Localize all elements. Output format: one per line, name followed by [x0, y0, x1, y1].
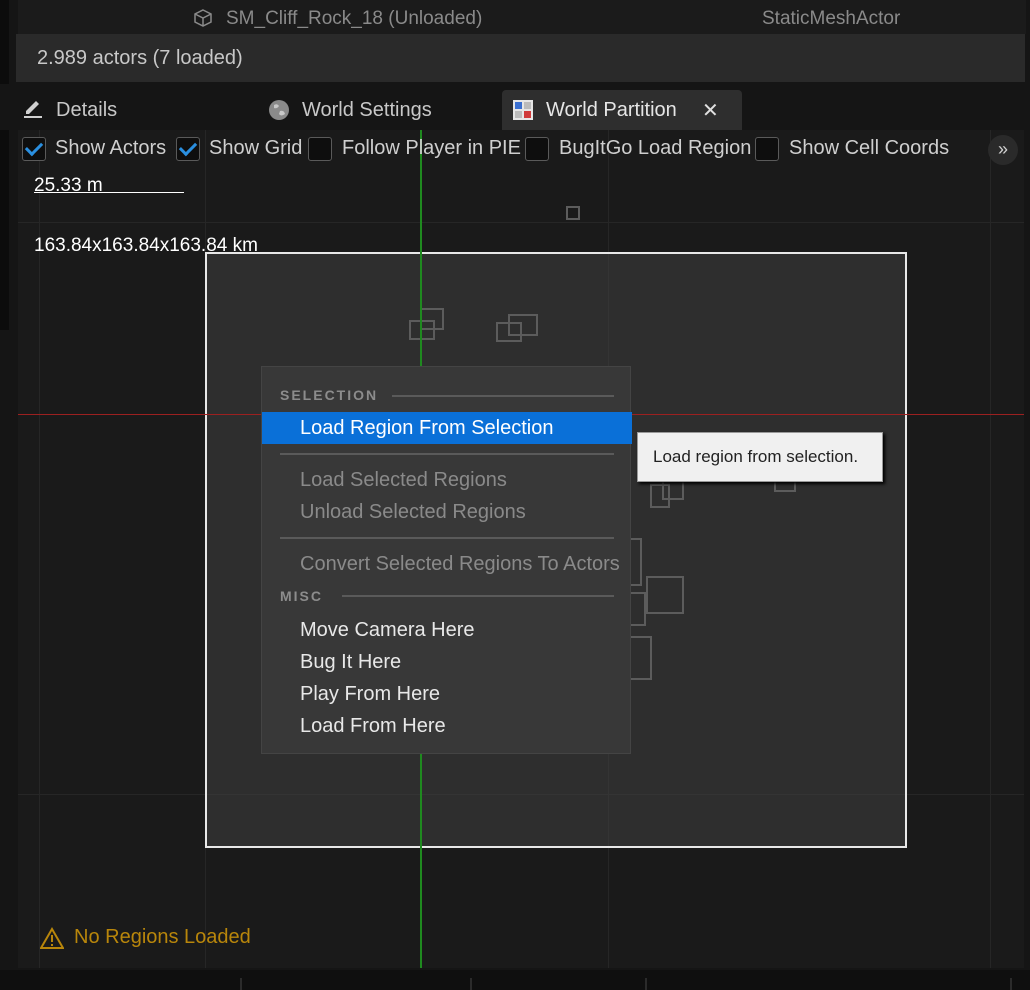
actor-bounds	[646, 576, 684, 614]
menu-item-load-region-from-selection[interactable]: Load Region From Selection	[262, 412, 632, 444]
bugitgo-load-region-label: BugItGo Load Region	[559, 137, 752, 159]
menu-separator	[342, 595, 614, 597]
grid-line	[990, 130, 991, 968]
bottom-divider	[1010, 978, 1012, 990]
menu-separator	[280, 453, 614, 455]
grid-line	[18, 222, 1024, 223]
show-cell-coords-checkbox[interactable]	[755, 137, 779, 161]
outliner-row-type: StaticMeshActor	[762, 8, 901, 29]
tab-details[interactable]: Details	[22, 90, 117, 130]
scale-label: 25.33 m	[34, 175, 103, 196]
tab-world-settings-label: World Settings	[302, 98, 432, 121]
menu-item-convert-selected-regions[interactable]: Convert Selected Regions To Actors	[262, 548, 632, 580]
show-grid-label: Show Grid	[209, 137, 303, 159]
menu-section-selection: SELECTION	[280, 387, 379, 403]
show-actors-checkbox[interactable]	[22, 137, 46, 161]
close-icon[interactable]: ✕	[702, 98, 719, 123]
follow-player-label: Follow Player in PIE	[342, 137, 521, 159]
pencil-icon	[24, 101, 42, 118]
actors-summary-bar: 2.989 actors (7 loaded)	[16, 34, 1025, 82]
bottom-divider	[240, 978, 242, 990]
world-size-label: 163.84x163.84x163.84 km	[34, 235, 258, 256]
left-panel-edge	[0, 0, 9, 330]
bottom-divider	[470, 978, 472, 990]
actor-bounds	[508, 314, 538, 336]
menu-separator	[392, 395, 614, 397]
warning-icon	[40, 926, 64, 949]
actor-bounds	[566, 206, 580, 220]
static-mesh-icon	[194, 9, 212, 27]
actor-bounds	[420, 308, 444, 330]
outliner-row-name: SM_Cliff_Rock_18 (Unloaded)	[226, 8, 483, 29]
status-message: No Regions Loaded	[40, 926, 251, 949]
tab-details-label: Details	[56, 98, 118, 121]
show-actors-label: Show Actors	[55, 137, 167, 159]
bottom-divider	[645, 978, 647, 990]
show-cell-coords-label: Show Cell Coords	[789, 137, 950, 159]
bottom-bar	[0, 970, 1030, 990]
tab-bar: Details World Settings World Partition ✕	[0, 84, 1030, 130]
tab-world-settings[interactable]: World Settings	[268, 90, 432, 130]
menu-section-misc: MISC	[280, 588, 323, 604]
menu-item-move-camera-here[interactable]: Move Camera Here	[262, 614, 632, 646]
tab-world-partition-label: World Partition	[546, 98, 677, 121]
menu-item-load-selected-regions[interactable]: Load Selected Regions	[262, 464, 632, 496]
viewport-toolbar: Show Actors Show Grid Follow Player in P…	[18, 132, 1024, 168]
bugitgo-load-region-checkbox[interactable]	[525, 137, 549, 161]
menu-item-play-from-here[interactable]: Play From Here	[262, 678, 632, 710]
tooltip: Load region from selection.	[637, 432, 883, 482]
menu-item-bug-it-here[interactable]: Bug It Here	[262, 646, 632, 678]
context-menu: SELECTION Load Region From Selection Loa…	[261, 366, 632, 754]
follow-player-checkbox[interactable]	[308, 137, 332, 161]
scale-bar	[34, 192, 184, 193]
grid-icon	[513, 100, 533, 120]
globe-icon	[269, 100, 289, 120]
outliner-row[interactable]: SM_Cliff_Rock_18 (Unloaded) StaticMeshAc…	[18, 0, 1026, 34]
status-text: No Regions Loaded	[74, 926, 251, 948]
menu-item-load-from-here[interactable]: Load From Here	[262, 710, 632, 742]
show-grid-checkbox[interactable]	[176, 137, 200, 161]
menu-item-unload-selected-regions[interactable]: Unload Selected Regions	[262, 496, 632, 528]
actors-summary: 2.989 actors (7 loaded)	[37, 47, 243, 69]
menu-separator	[280, 537, 614, 539]
more-options-button[interactable]: »	[988, 135, 1018, 165]
